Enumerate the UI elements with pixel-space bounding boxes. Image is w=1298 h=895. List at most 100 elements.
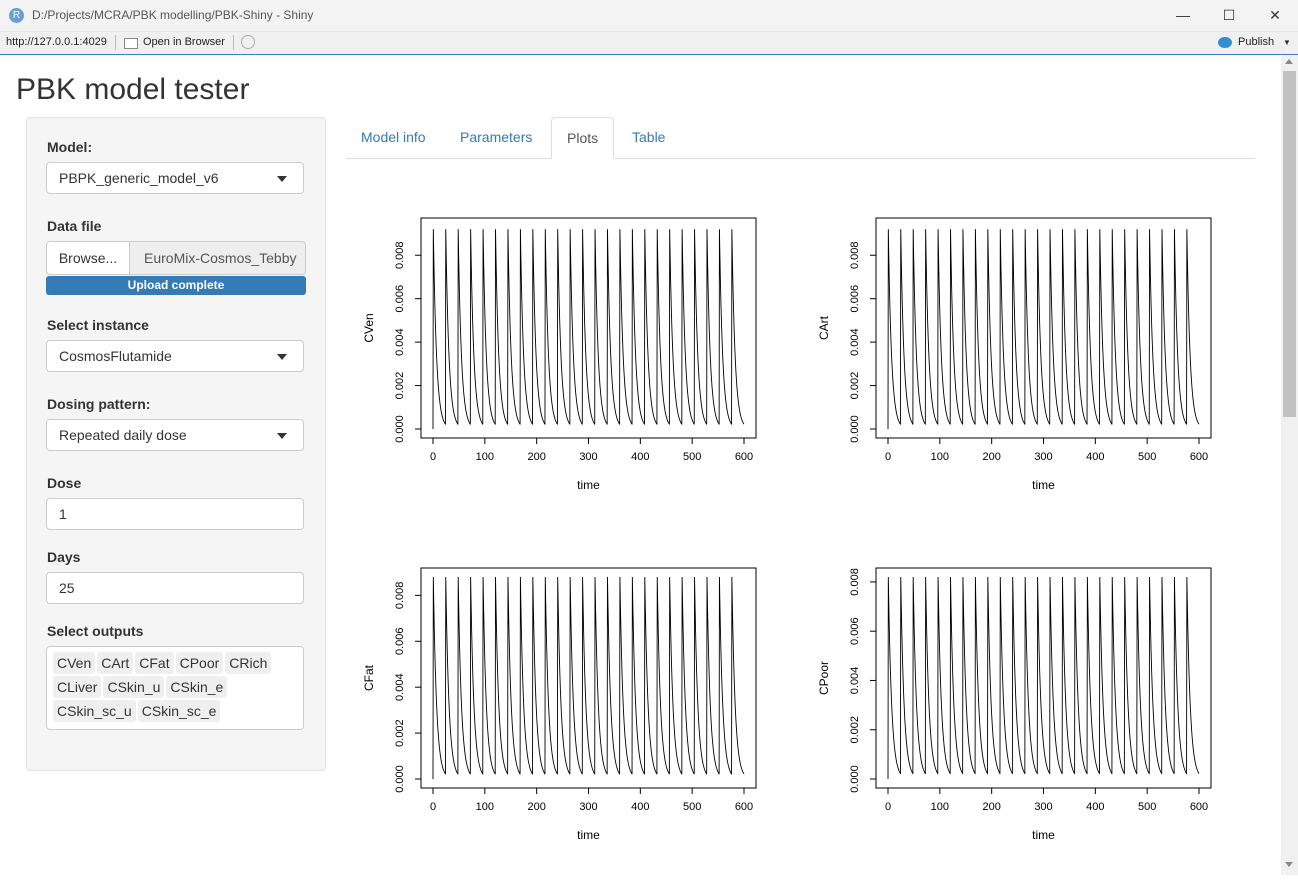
x-tick-label: 200	[982, 451, 1000, 463]
upload-progress-bar: Upload complete	[46, 276, 306, 295]
maximize-button[interactable]: ☐	[1206, 0, 1252, 31]
x-axis-label: time	[1032, 478, 1055, 492]
chevron-down-icon[interactable]: ▼	[1283, 38, 1291, 47]
x-tick-label: 300	[1034, 451, 1052, 463]
output-chip[interactable]: CPoor	[175, 652, 224, 674]
x-tick-label: 400	[1086, 801, 1104, 813]
x-tick-label: 400	[631, 801, 649, 813]
y-tick-label: 0.000	[849, 765, 861, 793]
close-button[interactable]: ✕	[1252, 0, 1298, 31]
x-tick-label: 400	[1086, 451, 1104, 463]
x-tick-label: 100	[476, 801, 494, 813]
concentration-line	[432, 576, 745, 780]
open-in-browser-button[interactable]: Open in Browser	[143, 36, 225, 48]
window-title: D:/Projects/MCRA/PBK modelling/PBK-Shiny…	[32, 8, 314, 22]
x-axis-label: time	[577, 828, 600, 842]
output-chip[interactable]: CSkin_sc_u	[53, 700, 136, 722]
concentration-line	[887, 576, 1200, 780]
plot-svg: 0 100 200 300 400 500 600 0.000 0.002 0.004 0.006 0…	[817, 567, 1212, 842]
y-tick-label: 0.002	[849, 716, 861, 744]
address-bar: http://127.0.0.1:4029 Open in Browser Pu…	[0, 32, 1298, 55]
y-tick-label: 0.002	[394, 372, 406, 400]
output-chip[interactable]: CSkin_u	[103, 676, 165, 698]
concentration-line	[432, 229, 745, 430]
plot-cart: 0 100 200 300 400 500 600 0.000 0.002 0.004 0.006 0…	[815, 195, 1270, 545]
tab-model-info[interactable]: Model info	[346, 117, 441, 158]
x-tick-label: 500	[683, 801, 701, 813]
x-tick-label: 600	[1190, 451, 1208, 463]
outputs-multiselect[interactable]: CVen CArt CFat CPoor CRich CLiver CSkin_u CSki…	[46, 646, 304, 730]
dose-input[interactable]: 1	[46, 498, 304, 530]
output-chip[interactable]: CVen	[53, 652, 96, 674]
outputs-label: Select outputs	[47, 623, 144, 639]
open-in-browser-icon	[124, 38, 138, 49]
instance-select[interactable]: CosmosFlutamide	[46, 340, 304, 372]
x-tick-label: 300	[579, 451, 597, 463]
x-axis-label: time	[1032, 828, 1055, 842]
minimize-button[interactable]: —	[1160, 0, 1206, 31]
window-titlebar: R D:/Projects/MCRA/PBK modelling/PBK-Shi…	[0, 0, 1298, 32]
y-tick-label: 0.002	[849, 372, 861, 400]
chevron-down-icon	[277, 433, 287, 439]
plot-svg: 0 100 200 300 400 500 600 0.000 0.002 0.004 0.006 0…	[362, 217, 757, 492]
y-tick-label: 0.004	[849, 667, 861, 695]
y-axis-label: CPoor	[817, 661, 831, 695]
output-chip[interactable]: CLiver	[53, 676, 102, 698]
x-tick-label: 0	[885, 451, 891, 463]
browse-button[interactable]: Browse...	[46, 241, 130, 275]
output-chip[interactable]: CArt	[97, 652, 134, 674]
url-text[interactable]: http://127.0.0.1:4029	[6, 36, 107, 48]
y-tick-label: 0.004	[394, 328, 406, 356]
output-chip[interactable]: CFat	[135, 652, 174, 674]
model-select[interactable]: PBPK_generic_model_v6	[46, 162, 304, 194]
y-tick-label: 0.000	[849, 415, 861, 443]
plot-cven: 0 100 200 300 400 500 600 0.000 0.002 0.004 0.006 0…	[360, 195, 815, 545]
x-tick-label: 500	[1138, 801, 1156, 813]
scroll-down-icon[interactable]	[1285, 862, 1293, 867]
output-chip[interactable]: CSkin_sc_e	[137, 700, 221, 722]
y-tick-label: 0.004	[394, 673, 406, 701]
y-tick-label: 0.006	[849, 285, 861, 313]
plot-svg: 0 100 200 300 400 500 600 0.000 0.002 0.004 0.006 0…	[362, 567, 757, 842]
tab-parameters[interactable]: Parameters	[445, 117, 547, 158]
divider	[115, 35, 116, 50]
scroll-up-icon[interactable]	[1285, 59, 1293, 64]
data-file-name: EuroMix-Cosmos_Tebby	[129, 241, 306, 275]
y-tick-label: 0.006	[849, 617, 861, 645]
publish-button[interactable]: Publish	[1238, 36, 1274, 48]
tab-bar: Model info Parameters Plots Table	[346, 117, 1255, 159]
instance-label: Select instance	[47, 317, 149, 333]
y-axis-label: CArt	[817, 315, 831, 340]
divider	[233, 35, 234, 50]
x-tick-label: 500	[1138, 451, 1156, 463]
output-chip[interactable]: CSkin_e	[166, 676, 228, 698]
r-app-icon: R	[9, 8, 24, 23]
x-tick-label: 600	[735, 451, 753, 463]
output-chip[interactable]: CRich	[225, 652, 272, 674]
y-tick-label: 0.006	[394, 628, 406, 656]
x-tick-label: 0	[430, 451, 436, 463]
days-input[interactable]: 25	[46, 572, 304, 604]
vertical-scrollbar[interactable]	[1281, 55, 1298, 875]
dosing-select-value: Repeated daily dose	[59, 427, 187, 443]
y-tick-label: 0.000	[394, 765, 406, 793]
x-tick-label: 100	[476, 451, 494, 463]
refresh-icon[interactable]	[241, 35, 255, 49]
x-tick-label: 0	[430, 801, 436, 813]
x-tick-label: 300	[1034, 801, 1052, 813]
sidebar-panel: Model: PBPK_generic_model_v6 Data file B…	[26, 117, 326, 771]
x-tick-label: 500	[683, 451, 701, 463]
dosing-select[interactable]: Repeated daily dose	[46, 419, 304, 451]
x-tick-label: 0	[885, 801, 891, 813]
y-tick-label: 0.008	[394, 582, 406, 610]
days-label: Days	[47, 549, 81, 565]
tab-table[interactable]: Table	[617, 117, 680, 158]
tab-plots[interactable]: Plots	[551, 117, 615, 159]
scroll-thumb[interactable]	[1283, 71, 1296, 417]
y-tick-label: 0.008	[849, 241, 861, 269]
x-tick-label: 200	[982, 801, 1000, 813]
dosing-label: Dosing pattern:	[47, 396, 151, 412]
page-title: PBK model tester	[16, 73, 250, 106]
plot-svg: 0 100 200 300 400 500 600 0.000 0.002 0.004 0.006 0…	[817, 217, 1212, 492]
y-tick-label: 0.008	[849, 568, 861, 596]
